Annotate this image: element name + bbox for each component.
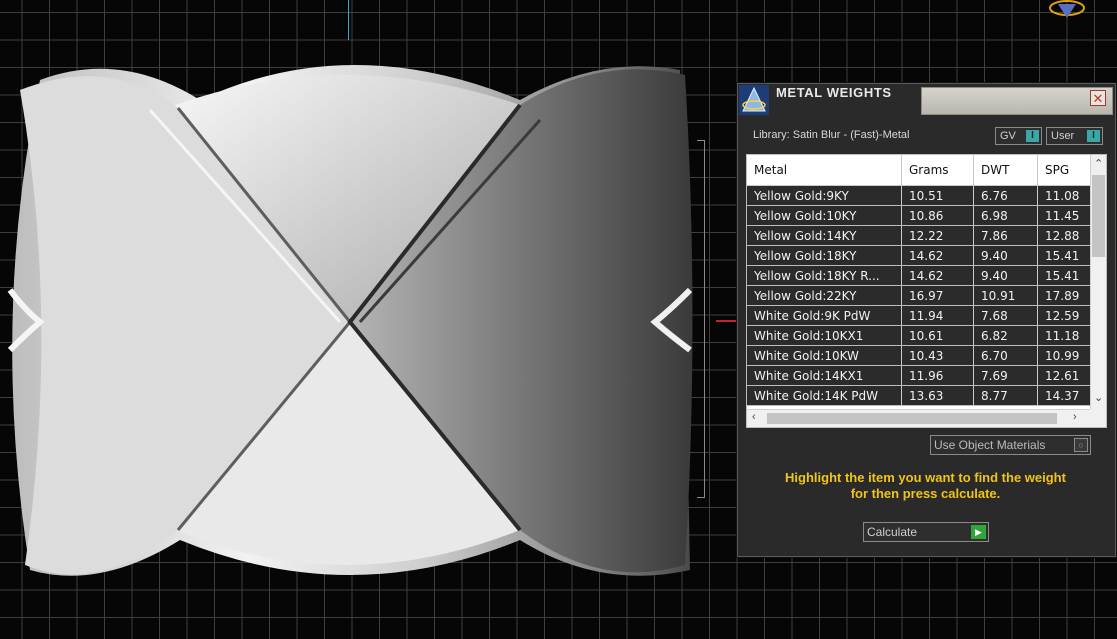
table-row[interactable]: White Gold:14KX1 11.96 7.69 12.61	[747, 365, 1106, 386]
dialog-title: METAL WEIGHTS	[776, 85, 892, 100]
cell-metal[interactable]: Yellow Gold:18KY R...	[747, 265, 902, 286]
cell-grams[interactable]: 14.62	[901, 245, 974, 266]
table-row[interactable]: White Gold:14K PdW 13.63 8.77 14.37	[747, 385, 1106, 406]
cell-grams[interactable]: 12.22	[901, 225, 974, 246]
cell-metal[interactable]: White Gold:9K PdW	[747, 305, 902, 326]
table-header-row: Metal Grams DWT SPG	[747, 155, 1106, 186]
use-object-materials-label: Use Object Materials	[934, 438, 1046, 452]
cell-metal[interactable]: White Gold:14K PdW	[747, 385, 902, 406]
gv-toggle-knob-icon: I	[1026, 130, 1039, 142]
table-row[interactable]: Yellow Gold:14KY 12.22 7.86 12.88	[747, 225, 1106, 246]
instruction-line-1: Highlight the item you want to find the …	[785, 470, 1066, 485]
table-row[interactable]: Yellow Gold:10KY 10.86 6.98 11.45	[747, 205, 1106, 226]
instruction-text: Highlight the item you want to find the …	[748, 470, 1103, 502]
view-cube-gizmo-icon[interactable]	[1048, 0, 1086, 22]
scroll-down-icon[interactable]: ⌄	[1094, 391, 1103, 404]
horizontal-scroll-thumb[interactable]	[767, 413, 1057, 424]
scroll-up-icon[interactable]: ⌃	[1094, 157, 1103, 170]
table-row[interactable]: White Gold:10KX1 10.61 6.82 11.18	[747, 325, 1106, 346]
cell-metal[interactable]: White Gold:14KX1	[747, 365, 902, 386]
app-logo-icon	[739, 85, 769, 115]
cell-grams[interactable]: 16.97	[901, 285, 974, 306]
table-row[interactable]: Yellow Gold:9KY 10.51 6.76 11.08	[747, 185, 1106, 206]
cell-metal[interactable]: Yellow Gold:18KY	[747, 245, 902, 266]
close-button[interactable]: ✕	[1090, 90, 1106, 106]
metal-weights-dialog: METAL WEIGHTS ✕ Library: Satin Blur - (F…	[737, 83, 1116, 557]
ring-model[interactable]	[0, 0, 740, 639]
use-object-materials-toggle[interactable]: Use Object Materials ○	[930, 435, 1091, 455]
gv-toggle[interactable]: GV I	[995, 127, 1042, 145]
cell-metal[interactable]: White Gold:10KW	[747, 345, 902, 366]
table-row[interactable]: Yellow Gold:18KY 14.62 9.40 15.41	[747, 245, 1106, 266]
calculate-button[interactable]: Calculate ▶	[863, 522, 989, 542]
column-header-dwt[interactable]: DWT	[973, 155, 1038, 186]
table-row[interactable]: Yellow Gold:18KY R... 14.62 9.40 15.41	[747, 265, 1106, 286]
cell-metal[interactable]: Yellow Gold:9KY	[747, 185, 902, 206]
cell-dwt[interactable]: 9.40	[973, 245, 1038, 266]
cell-metal[interactable]: Yellow Gold:14KY	[747, 225, 902, 246]
scrollbar-corner	[1090, 409, 1106, 427]
vertical-scroll-thumb[interactable]	[1092, 175, 1105, 257]
cell-metal[interactable]: Yellow Gold:22KY	[747, 285, 902, 306]
cell-grams[interactable]: 10.86	[901, 205, 974, 226]
cell-grams[interactable]: 10.43	[901, 345, 974, 366]
column-header-grams[interactable]: Grams	[901, 155, 974, 186]
titlebar-drag-area[interactable]	[921, 87, 1113, 115]
cell-dwt[interactable]: 7.86	[973, 225, 1038, 246]
user-toggle[interactable]: User I	[1046, 127, 1103, 145]
library-label: Library: Satin Blur - (Fast)-Metal	[753, 129, 910, 141]
cell-dwt[interactable]: 7.69	[973, 365, 1038, 386]
vertical-scrollbar[interactable]: ⌃ ⌄	[1090, 155, 1106, 409]
column-header-metal[interactable]: Metal	[747, 155, 902, 186]
cell-dwt[interactable]: 6.76	[973, 185, 1038, 206]
cell-dwt[interactable]: 9.40	[973, 265, 1038, 286]
table-row[interactable]: White Gold:10KW 10.43 6.70 10.99	[747, 345, 1106, 366]
horizontal-scrollbar[interactable]: ‹ ›	[747, 409, 1090, 427]
cell-dwt[interactable]: 8.77	[973, 385, 1038, 406]
cell-dwt[interactable]: 6.98	[973, 205, 1038, 226]
scroll-left-icon[interactable]: ‹	[752, 411, 756, 423]
calculate-label: Calculate	[867, 525, 918, 539]
user-label: User	[1051, 130, 1075, 142]
cell-grams[interactable]: 11.94	[901, 305, 974, 326]
cell-grams[interactable]: 10.61	[901, 325, 974, 346]
gv-label: GV	[1000, 130, 1016, 142]
toggle-off-icon: ○	[1074, 438, 1088, 452]
instruction-line-2: for then press calculate.	[850, 486, 1001, 501]
dialog-titlebar[interactable]: METAL WEIGHTS ✕	[738, 84, 1115, 116]
cell-dwt[interactable]: 10.91	[973, 285, 1038, 306]
table-row[interactable]: White Gold:9K PdW 11.94 7.68 12.59	[747, 305, 1106, 326]
metal-weights-table[interactable]: Metal Grams DWT SPG Yellow Gold:9KY 10.51…	[746, 154, 1107, 428]
user-toggle-knob-icon: I	[1087, 130, 1100, 142]
cell-grams[interactable]: 13.63	[901, 385, 974, 406]
cell-metal[interactable]: Yellow Gold:10KY	[747, 205, 902, 226]
scroll-right-icon[interactable]: ›	[1073, 411, 1077, 423]
cell-metal[interactable]: White Gold:10KX1	[747, 325, 902, 346]
cell-grams[interactable]: 14.62	[901, 265, 974, 286]
cell-dwt[interactable]: 6.70	[973, 345, 1038, 366]
cell-grams[interactable]: 11.96	[901, 365, 974, 386]
cell-dwt[interactable]: 6.82	[973, 325, 1038, 346]
cell-dwt[interactable]: 7.68	[973, 305, 1038, 326]
cell-grams[interactable]: 10.51	[901, 185, 974, 206]
table-row[interactable]: Yellow Gold:22KY 16.97 10.91 17.89	[747, 285, 1106, 306]
calculate-arrow-icon: ▶	[971, 525, 986, 539]
